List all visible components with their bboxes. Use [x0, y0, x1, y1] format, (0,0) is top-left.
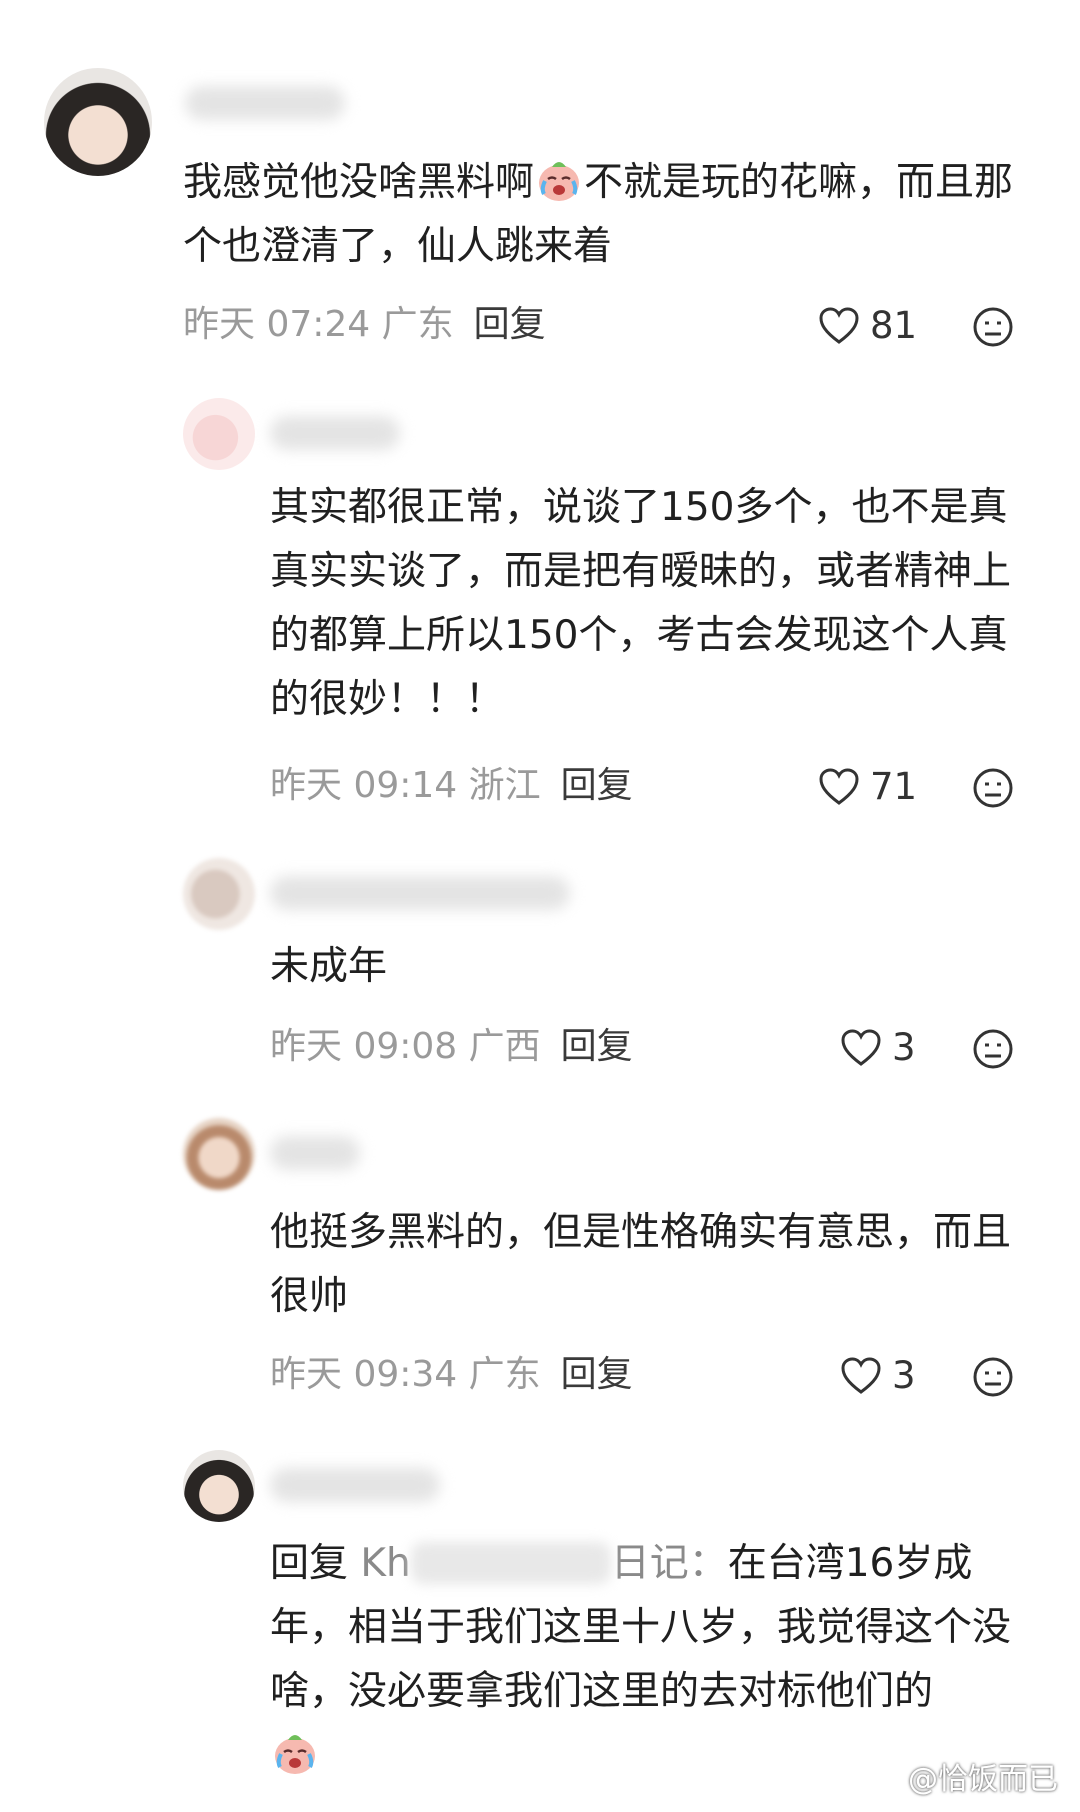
like-count: 3: [892, 1026, 916, 1069]
username-blurred[interactable]: [270, 1136, 360, 1170]
avatar[interactable]: [183, 1450, 255, 1522]
heart-icon: [819, 767, 859, 805]
avatar[interactable]: [183, 398, 255, 470]
dislike-face-icon[interactable]: [972, 767, 1014, 809]
reply-prefix: 回复: [270, 1541, 349, 1586]
like-count: 71: [870, 765, 918, 808]
comment-meta: 昨天 09:34 广东 回复: [270, 1354, 633, 1395]
comment-text: 我感觉他没啥黑料啊 不就是玩的花嘛，而且那个也澄清了，仙人跳来着: [183, 151, 1033, 279]
dislike-face-icon[interactable]: [972, 306, 1014, 348]
like-count: 81: [870, 304, 918, 347]
crying-laughing-emoji-icon: [539, 162, 580, 201]
like-count: 3: [892, 1354, 916, 1397]
comment-meta: 昨天 07:24 广东 回复: [183, 304, 546, 345]
reply-button[interactable]: 回复: [561, 765, 633, 806]
dislike-face-icon[interactable]: [972, 1028, 1014, 1070]
like-button[interactable]: 81: [818, 304, 917, 347]
username-blurred[interactable]: [185, 86, 345, 120]
heart-icon: [819, 306, 859, 344]
mention-redacted: [410, 1542, 611, 1584]
comment-text: 其实都很正常，说谈了150多个，也不是真真实实谈了，而是把有暧昧的，或者精神上的…: [270, 485, 1012, 722]
weibo-logo-icon: [864, 1763, 901, 1791]
like-button[interactable]: 3: [840, 1026, 916, 1069]
heart-icon: [841, 1028, 881, 1066]
comment-text: 他挺多黑料的，但是性格确实有意思，而且很帅: [270, 1210, 1012, 1319]
username-blurred[interactable]: [270, 1468, 440, 1502]
avatar[interactable]: [183, 1118, 255, 1190]
avatar[interactable]: [44, 68, 152, 176]
username-blurred[interactable]: [270, 876, 570, 910]
dislike-face-icon[interactable]: [972, 1356, 1014, 1398]
like-button[interactable]: 3: [840, 1354, 916, 1397]
reply-button[interactable]: 回复: [561, 1026, 633, 1067]
watermark: @恰饭而已: [864, 1754, 1058, 1798]
mention-link[interactable]: Kh 日记：: [360, 1541, 727, 1586]
crying-laughing-emoji-icon: [275, 1735, 315, 1774]
reply-button[interactable]: 回复: [561, 1354, 633, 1395]
comment-meta: 昨天 09:14 浙江 回复: [270, 765, 633, 806]
reply-button[interactable]: 回复: [474, 304, 546, 345]
comment-text: 未成年: [270, 944, 388, 989]
heart-icon: [841, 1356, 881, 1394]
avatar[interactable]: [183, 858, 255, 930]
comment-text: 回复 Kh 日记：在台湾16岁成年，相当于我们这里十八岁，我觉得这个没啥，没必要拿…: [270, 1532, 1040, 1788]
like-button[interactable]: 71: [818, 765, 917, 808]
username-blurred[interactable]: [270, 416, 400, 450]
comment-meta: 昨天 09:08 广西 回复: [270, 1026, 633, 1067]
